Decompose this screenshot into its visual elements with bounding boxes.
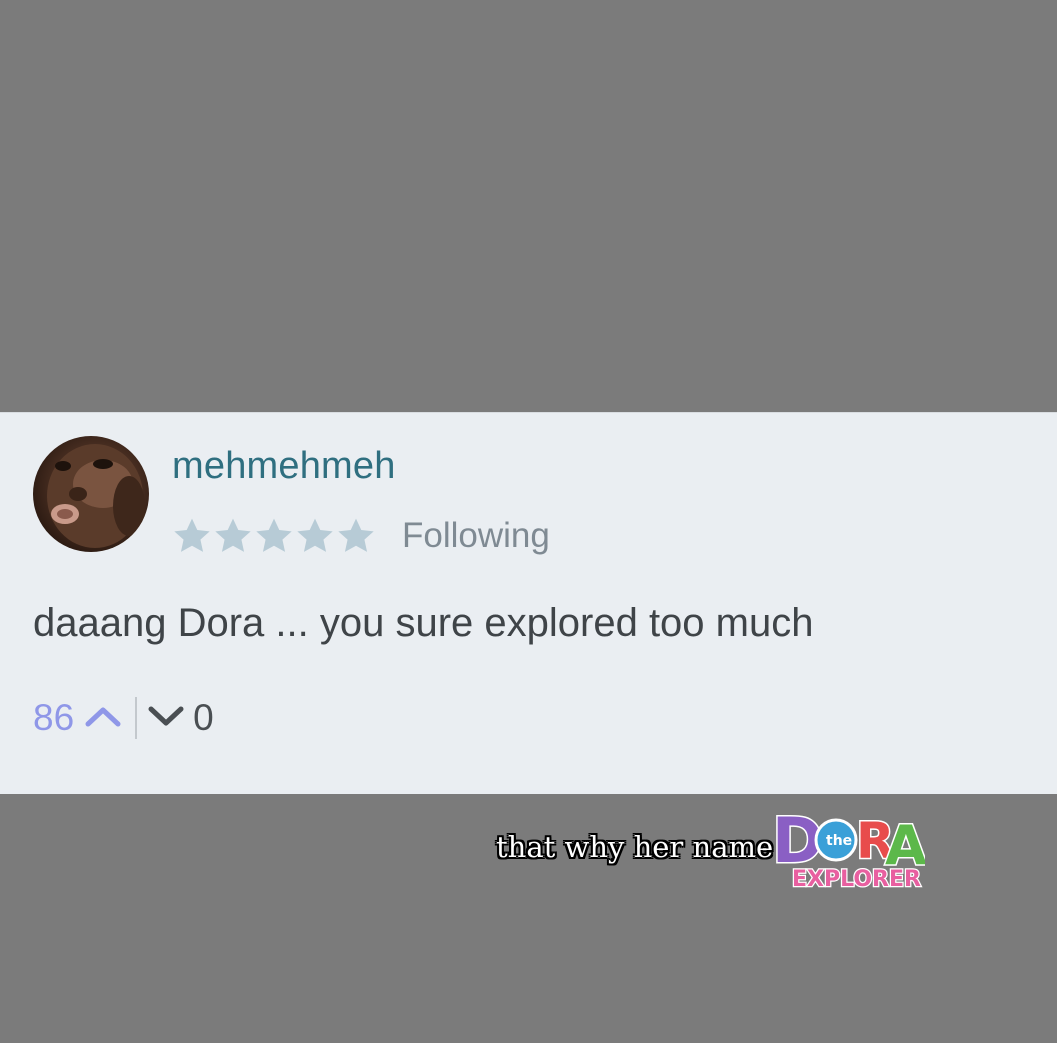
chevron-down-icon <box>148 706 184 725</box>
star-icon <box>297 518 333 552</box>
video-caption: that why her name <box>496 830 774 864</box>
upvote-button[interactable] <box>84 704 122 733</box>
star-icon <box>256 518 292 552</box>
following-label[interactable]: Following <box>402 516 550 556</box>
dora-explorer-logo: D the R A EXPLORER <box>770 800 929 894</box>
downvote-count: 0 <box>193 697 214 738</box>
downvote-button[interactable] <box>147 704 185 733</box>
upvote-count: 86 <box>33 697 75 738</box>
avatar-face <box>47 444 145 548</box>
star-icon <box>215 518 251 552</box>
vote-bar: 86 0 <box>33 694 214 742</box>
chevron-up-icon <box>85 707 121 726</box>
star-icon <box>338 518 374 552</box>
svg-text:the: the <box>826 833 852 849</box>
vote-divider <box>135 697 138 739</box>
star-icon <box>174 518 210 552</box>
comment-text: daaang Dora ... you sure explored too mu… <box>33 601 814 645</box>
rating-stars <box>172 517 376 555</box>
username[interactable]: mehmehmeh <box>172 445 396 488</box>
svg-text:EXPLORER: EXPLORER <box>792 867 921 892</box>
video-frame: mehmehmeh Following daaang Dora ... you … <box>0 0 1057 1043</box>
avatar[interactable] <box>33 436 149 552</box>
